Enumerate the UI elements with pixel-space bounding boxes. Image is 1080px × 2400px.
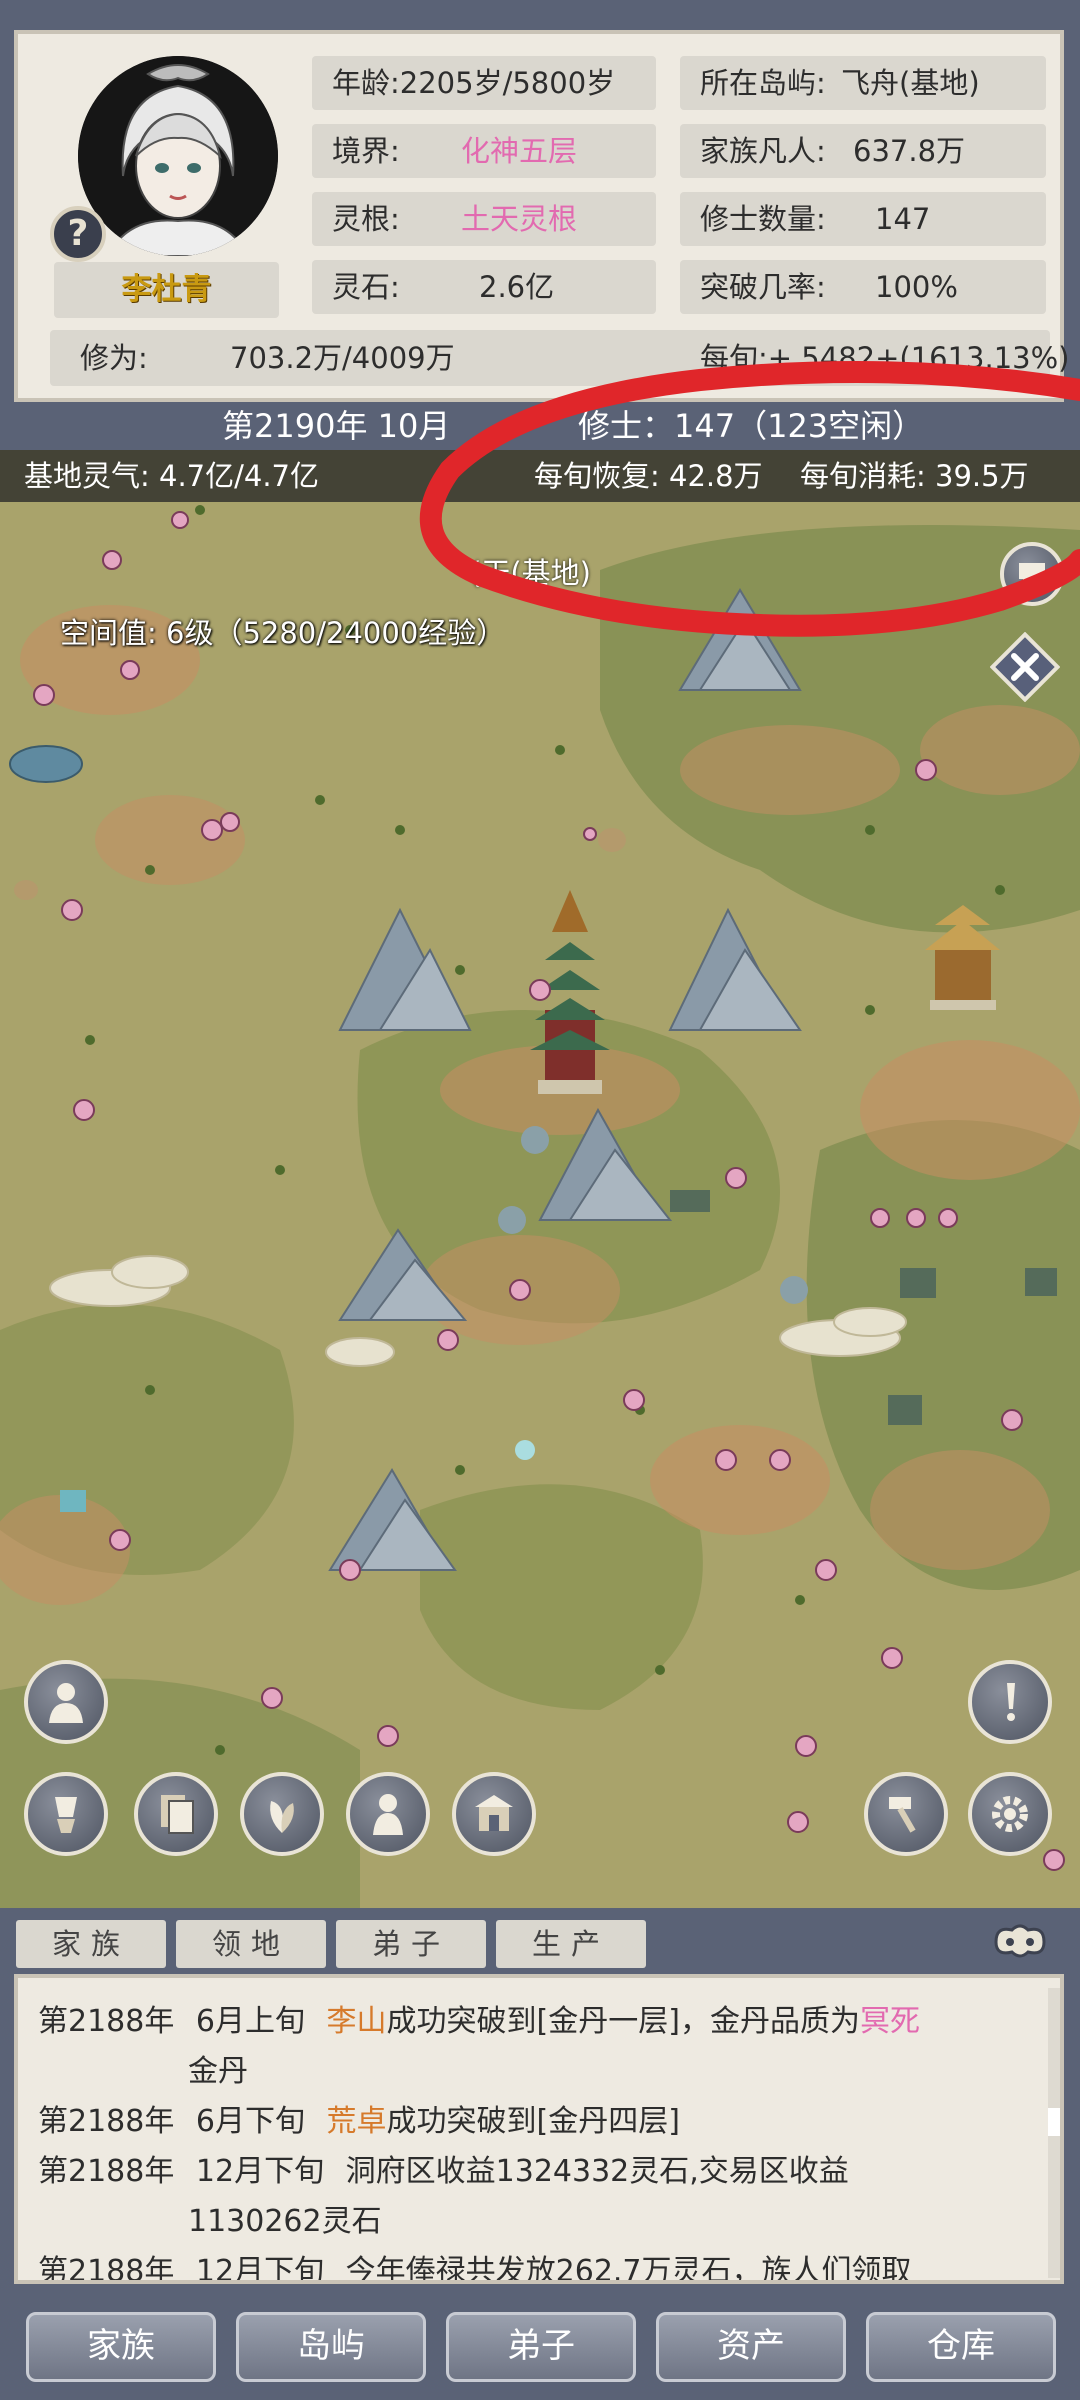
log-quality: 冥死 <box>859 2004 920 2039</box>
base-qi-text: 基地灵气: 4.7亿/4.7亿 <box>24 459 319 493</box>
character-name: 李杜青 <box>54 262 279 318</box>
log-entry: 第2188年 6月下旬 荒卓成功突破到[金丹四层] <box>38 2096 680 2140</box>
root-value: 土天灵根 <box>461 202 578 236</box>
cards-button[interactable] <box>134 1772 218 1856</box>
close-icon <box>989 631 1061 703</box>
close-button[interactable] <box>989 631 1061 703</box>
breakthrough-field: 突破几率: 100% <box>680 260 1046 314</box>
hammer-button[interactable] <box>864 1772 948 1856</box>
stones-value: 2.6亿 <box>479 270 555 304</box>
cultivation-value: 703.2万/4009万 <box>230 341 455 375</box>
log-period: 12月下旬 <box>195 2154 325 2189</box>
log-date: 第2188年 <box>38 2104 175 2139</box>
base-map[interactable]: 基地灵气: 4.7亿/4.7亿 每旬恢复: 42.8万 每旬消耗: 39.5万 … <box>0 450 1080 1908</box>
log-period: 6月下旬 <box>195 2104 305 2139</box>
building-button[interactable] <box>452 1772 536 1856</box>
family-value: 637.8万 <box>853 134 966 168</box>
settings-button[interactable] <box>968 1772 1052 1856</box>
log-period: 12月下旬 <box>195 2254 325 2284</box>
alert-button[interactable] <box>968 1660 1052 1744</box>
exclamation-icon <box>1007 1683 1015 1721</box>
root-field: 灵根: 土天灵根 <box>312 192 656 246</box>
age-text: 年龄:2205岁/5800岁 <box>332 66 616 100</box>
log-continuation: 1130262灵石 <box>188 2204 382 2239</box>
nav-assets[interactable]: 资产 <box>656 2312 846 2382</box>
log-scroll-thumb[interactable] <box>1048 2108 1060 2136</box>
time-status-bar: 第2190年 10月 修士：147（123空闲） <box>0 402 1080 450</box>
log-person: 荒卓 <box>326 2104 387 2139</box>
log-date: 第2188年 <box>38 2154 175 2189</box>
disciple-button[interactable] <box>346 1772 430 1856</box>
speech-bubble-button[interactable] <box>1000 542 1064 606</box>
terrain-layer <box>0 450 1080 1908</box>
character-portrait[interactable] <box>78 56 278 256</box>
scroll-ornament-icon[interactable] <box>990 1920 1050 1964</box>
nav-warehouse[interactable]: 仓库 <box>866 2312 1056 2382</box>
event-log[interactable]: 第2188年 6月上旬 李山成功突破到[金丹一层]，金丹品质为冥死 金丹 第21… <box>14 1974 1064 2284</box>
realm-field: 境界: 化神五层 <box>312 124 656 178</box>
nav-islands[interactable]: 岛屿 <box>236 2312 426 2382</box>
recovery-text: 每旬恢复: 42.8万 <box>534 459 763 493</box>
cards-icon <box>161 1795 194 1834</box>
person-icon <box>49 1683 83 1723</box>
tab-family[interactable]: 家族 <box>16 1920 166 1968</box>
cultivation-label: 修为: <box>80 341 148 375</box>
gate-icon <box>475 1795 513 1831</box>
herb-button[interactable] <box>240 1772 324 1856</box>
log-continuation: 金丹 <box>188 2054 248 2089</box>
log-period: 6月上旬 <box>195 2004 305 2039</box>
character-menu-button[interactable] <box>24 1660 108 1744</box>
tab-production[interactable]: 生产 <box>496 1920 646 1968</box>
island-label: 所在岛屿: <box>700 66 826 100</box>
base-qi-bar: 基地灵气: 4.7亿/4.7亿 每旬恢复: 42.8万 每旬消耗: 39.5万 <box>0 450 1080 502</box>
cultivator-icon <box>373 1794 403 1835</box>
island-field: 所在岛屿: 飞舟(基地) <box>680 56 1046 110</box>
cultivators-field: 修士数量: 147 <box>680 192 1046 246</box>
help-icon[interactable]: ? <box>50 206 106 262</box>
stones-field: 灵石: 2.6亿 <box>312 260 656 314</box>
family-field: 家族凡人: 637.8万 <box>680 124 1046 178</box>
log-text: 洞府区收益1324332灵石,交易区收益 <box>345 2154 849 2189</box>
log-entry: 第2188年 12月下旬 洞府区收益1324332灵石,交易区收益 <box>38 2146 849 2190</box>
log-date: 第2188年 <box>38 2254 175 2284</box>
bottom-nav: 家族 岛屿 弟子 资产 仓库 <box>0 2290 1080 2400</box>
tab-disciples[interactable]: 弟子 <box>336 1920 486 1968</box>
hammer-icon <box>889 1797 916 1833</box>
space-value-label: 空间值: 6级（5280/24000经验） <box>60 616 506 650</box>
age-field: 年龄:2205岁/5800岁 <box>312 56 656 110</box>
leaf-icon <box>270 1801 294 1833</box>
root-label: 灵根: <box>332 202 400 236</box>
cultivators-value: 147 <box>875 202 931 236</box>
log-text: 今年俸禄共发放262.7万灵石，族人们领取 <box>345 2254 912 2284</box>
stones-label: 灵石: <box>332 270 400 304</box>
breakthrough-label: 突破几率: <box>700 270 826 304</box>
chat-icon <box>1019 563 1045 587</box>
island-name-label: (天(基地) <box>470 556 591 590</box>
cultivator-status: 修士：147（123空闲） <box>578 407 925 445</box>
log-date: 第2188年 <box>38 2004 175 2039</box>
log-tabs: 家族 领地 弟子 生产 <box>0 1908 1080 1970</box>
log-entry: 第2188年 6月上旬 李山成功突破到[金丹一层]，金丹品质为冥死 <box>38 1996 920 2040</box>
log-text: 成功突破到[金丹一层]，金丹品质为 <box>386 2004 860 2039</box>
nav-family[interactable]: 家族 <box>26 2312 216 2382</box>
cultivators-label: 修士数量: <box>700 202 826 236</box>
brush-button[interactable] <box>24 1772 108 1856</box>
log-text: 成功突破到[金丹四层] <box>386 2104 680 2139</box>
per-period-gain: 每旬:+ 5482+(1613.13%) <box>700 341 1070 375</box>
realm-value: 化神五层 <box>461 134 578 168</box>
breakthrough-value: 100% <box>875 270 958 304</box>
cultivation-strip: 修为: 703.2万/4009万 每旬:+ 5482+(1613.13%) <box>50 330 1070 386</box>
year-text: 第2190年 10月 <box>222 407 451 445</box>
gear-icon <box>992 1796 1028 1832</box>
island-value: 飞舟(基地) <box>841 66 980 100</box>
realm-label: 境界: <box>332 134 400 168</box>
consumption-text: 每旬消耗: 39.5万 <box>800 459 1029 493</box>
nav-disciples[interactable]: 弟子 <box>446 2312 636 2382</box>
family-label: 家族凡人: <box>700 134 826 168</box>
log-person: 李山 <box>326 2004 387 2039</box>
game-screen: ? 李杜青 年龄:2205岁/5800岁 境界: 化神五层 灵根: 土天灵根 灵… <box>0 0 1080 2400</box>
log-entry: 第2188年 12月下旬 今年俸禄共发放262.7万灵石，族人们领取 <box>38 2246 912 2284</box>
tab-territory[interactable]: 领地 <box>176 1920 326 1968</box>
brush-icon <box>55 1797 77 1833</box>
